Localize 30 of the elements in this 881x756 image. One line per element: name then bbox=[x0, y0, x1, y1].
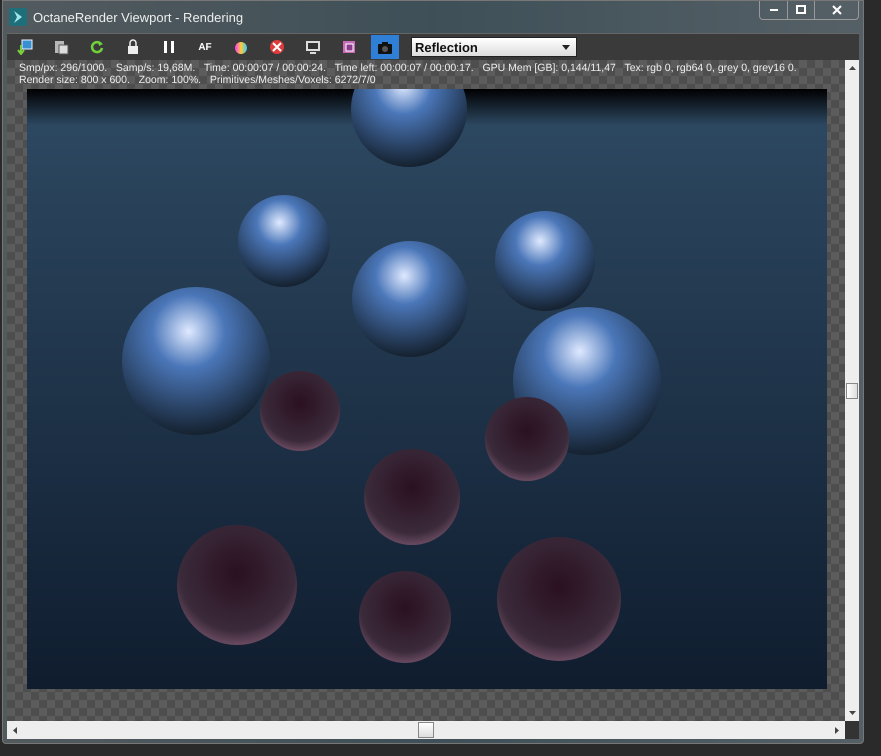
window-title: OctaneRender Viewport - Rendering bbox=[33, 10, 244, 24]
scroll-up-icon bbox=[848, 66, 856, 70]
scroll-down-icon bbox=[848, 711, 856, 715]
render-status-line: Render size: 800 x 600. Zoom: 100%. Primitives/Meshes/Voxels: 6272/7/0 bbox=[19, 74, 377, 86]
vertical-scrollbar[interactable] bbox=[845, 60, 859, 721]
maximize-icon bbox=[796, 5, 806, 15]
horizontal-scrollbar[interactable] bbox=[7, 721, 845, 739]
caret-icon bbox=[562, 44, 570, 50]
mode-dropdown[interactable]: Reflection bbox=[411, 37, 577, 57]
refresh-icon bbox=[89, 39, 105, 55]
image-arrow-icon bbox=[17, 39, 33, 55]
autofocus-tool-button[interactable]: AF bbox=[191, 35, 219, 59]
scroll-left-icon bbox=[13, 726, 17, 734]
frame-icon bbox=[341, 39, 357, 55]
scroll-thumb[interactable] bbox=[846, 382, 858, 398]
autofocus-label: AF bbox=[198, 42, 212, 52]
camera-tool-button[interactable] bbox=[371, 35, 399, 59]
app-logo-icon bbox=[9, 8, 27, 26]
close-icon bbox=[832, 5, 842, 15]
color-wheel-icon bbox=[233, 39, 249, 55]
cross-icon bbox=[269, 39, 285, 55]
render-status-line: Smp/px: 296/1000. Samp/s: 19,68M. Time: 00:00:07 / 00:00:24. Time left: 00:00:07 / 00:00:17. GPU Mem [GB]: 0,144/11,47 Tex: rgb 0, rgb64 0, grey 0, grey16 0. bbox=[19, 62, 798, 74]
camera-icon bbox=[377, 39, 393, 55]
pause-icon bbox=[161, 39, 177, 55]
minimize-icon bbox=[770, 9, 778, 11]
scroll-right-icon bbox=[835, 726, 839, 734]
scroll-thumb[interactable] bbox=[418, 722, 434, 738]
lock-icon bbox=[125, 39, 141, 55]
monitor-icon bbox=[305, 39, 321, 55]
clipboard-icon bbox=[53, 39, 69, 55]
